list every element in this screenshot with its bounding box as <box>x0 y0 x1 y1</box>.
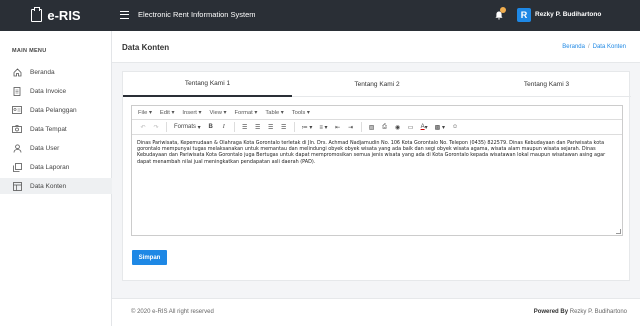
content-header: Data Konten Beranda / Data Konten <box>112 31 640 63</box>
breadcrumb-home-link[interactable]: Beranda <box>562 44 585 50</box>
bullet-list-icon[interactable]: ≔ ▾ <box>300 122 315 132</box>
align-right-icon[interactable]: ☰ <box>266 122 276 132</box>
brand-logo[interactable]: e-RIS <box>0 0 112 31</box>
user-icon <box>12 143 22 153</box>
breadcrumb: Beranda / Data Konten <box>562 44 626 50</box>
media-icon[interactable]: ▭ <box>406 122 416 132</box>
toolbar-divider <box>233 122 235 132</box>
menu-toggle-icon[interactable] <box>120 11 129 19</box>
content-card: Tentang Kami 1 Tentang Kami 2 Tentang Ka… <box>122 71 631 281</box>
page-title: Data Konten <box>122 43 170 52</box>
toolbar-divider <box>166 122 167 132</box>
sidebar-item-data-tempat[interactable]: Data Tempat <box>0 121 112 137</box>
italic-icon[interactable]: I <box>219 122 229 132</box>
footer-credit: Powered By Rezky P. Budihartono <box>533 309 627 315</box>
notification-badge <box>500 7 506 13</box>
redo-icon[interactable]: ↷ <box>151 122 161 132</box>
tab-tentang-kami-2[interactable]: Tentang Kami 2 <box>292 72 462 97</box>
resize-handle[interactable] <box>616 229 621 234</box>
top-navbar: e-RIS Electronic Rent Information System… <box>0 0 640 31</box>
breadcrumb-separator: / <box>587 44 590 50</box>
footer-copyright: © 2020 e-RIS All right reserved <box>131 309 214 315</box>
sidebar-item-data-laporan[interactable]: Data Laporan <box>0 159 112 175</box>
id-card-icon <box>12 106 22 115</box>
outdent-icon[interactable]: ⇤ <box>333 122 343 132</box>
tab-tentang-kami-1[interactable]: Tentang Kami 1 <box>123 72 292 97</box>
editor-content[interactable]: Dinas Pariwisata, Kepemudaan & Olahraga … <box>132 135 622 170</box>
copy-icon <box>12 162 22 172</box>
undo-icon[interactable]: ↶ <box>138 122 148 132</box>
clipboard-icon <box>31 7 43 22</box>
tab-tentang-kami-3[interactable]: Tentang Kami 3 <box>462 72 631 97</box>
camera-icon <box>12 125 22 134</box>
breadcrumb-current[interactable]: Data Konten <box>593 44 626 50</box>
print-icon[interactable]: ⎙ <box>380 122 390 132</box>
indent-icon[interactable]: ⇥ <box>346 122 356 132</box>
sidebar-item-beranda[interactable]: Beranda <box>0 64 112 80</box>
editor-menubar: File ▾ Edit ▾ Insert ▾ View ▾ Format ▾ T… <box>132 106 622 120</box>
sidebar-item-data-invoice[interactable]: Data Invoice <box>0 83 112 99</box>
bold-icon[interactable]: B <box>206 122 216 132</box>
sidebar-item-label: Beranda <box>30 68 55 76</box>
toolbar-divider <box>293 122 295 132</box>
sidebar-item-label: Data Laporan <box>30 163 70 171</box>
sidebar-item-label: Data User <box>30 144 60 152</box>
menu-table[interactable]: Table ▾ <box>265 110 283 116</box>
sidebar-item-data-pelanggan[interactable]: Data Pelanggan <box>0 102 112 118</box>
menu-tools[interactable]: Tools ▾ <box>292 110 310 116</box>
align-center-icon[interactable]: ☰ <box>253 122 263 132</box>
rich-text-editor[interactable]: File ▾ Edit ▾ Insert ▾ View ▾ Format ▾ T… <box>131 105 623 236</box>
app-title: Electronic Rent Information System <box>138 10 256 19</box>
preview-icon[interactable]: ◉ <box>393 122 403 132</box>
text-color-icon[interactable]: A ▾ <box>419 122 430 132</box>
sidebar-item-label: Data Konten <box>30 182 67 190</box>
background-color-icon[interactable]: ▩ ▾ <box>433 122 447 132</box>
footer: © 2020 e-RIS All right reserved Powered … <box>112 298 640 326</box>
user-avatar[interactable]: R <box>517 8 531 22</box>
sidebar-title: MAIN MENU <box>12 48 47 54</box>
home-icon <box>12 67 22 77</box>
sidebar: MAIN MENU Beranda Data Invoice Data Pela… <box>0 31 112 326</box>
sidebar-item-label: Data Pelanggan <box>30 106 77 114</box>
sidebar-item-label: Data Tempat <box>30 125 67 133</box>
layout-icon <box>12 181 22 191</box>
toolbar-divider <box>360 122 362 132</box>
sidebar-item-data-user[interactable]: Data User <box>0 140 112 156</box>
numbered-list-icon[interactable]: ≡ ▾ <box>317 122 329 132</box>
formats-dropdown[interactable]: Formats ▾ <box>172 122 203 132</box>
sidebar-item-label: Data Invoice <box>30 87 67 95</box>
sidebar-item-data-konten[interactable]: Data Konten <box>0 178 112 194</box>
editor-toolbar: ↶ ↷ Formats ▾ B I ☰ ☰ ☰ ☰ ≔ ▾ ≡ ▾ ⇤ ⇥ ▨ … <box>132 120 622 135</box>
invoice-icon <box>12 86 22 96</box>
menu-view[interactable]: View ▾ <box>209 110 226 116</box>
menu-format[interactable]: Format ▾ <box>234 110 257 116</box>
image-icon[interactable]: ▨ <box>367 122 377 132</box>
menu-insert[interactable]: Insert ▾ <box>182 110 201 116</box>
menu-file[interactable]: File ▾ <box>138 110 152 116</box>
save-button[interactable]: Simpan <box>132 250 167 265</box>
align-left-icon[interactable]: ☰ <box>240 122 250 132</box>
align-justify-icon[interactable]: ☰ <box>279 122 289 132</box>
emoticons-icon[interactable]: ☺ <box>450 122 460 132</box>
tab-bar: Tentang Kami 1 Tentang Kami 2 Tentang Ka… <box>123 72 631 97</box>
menu-edit[interactable]: Edit ▾ <box>160 110 175 116</box>
brand-name: e-RIS <box>47 8 81 23</box>
user-name[interactable]: Rezky P. Budihartono <box>535 11 601 18</box>
